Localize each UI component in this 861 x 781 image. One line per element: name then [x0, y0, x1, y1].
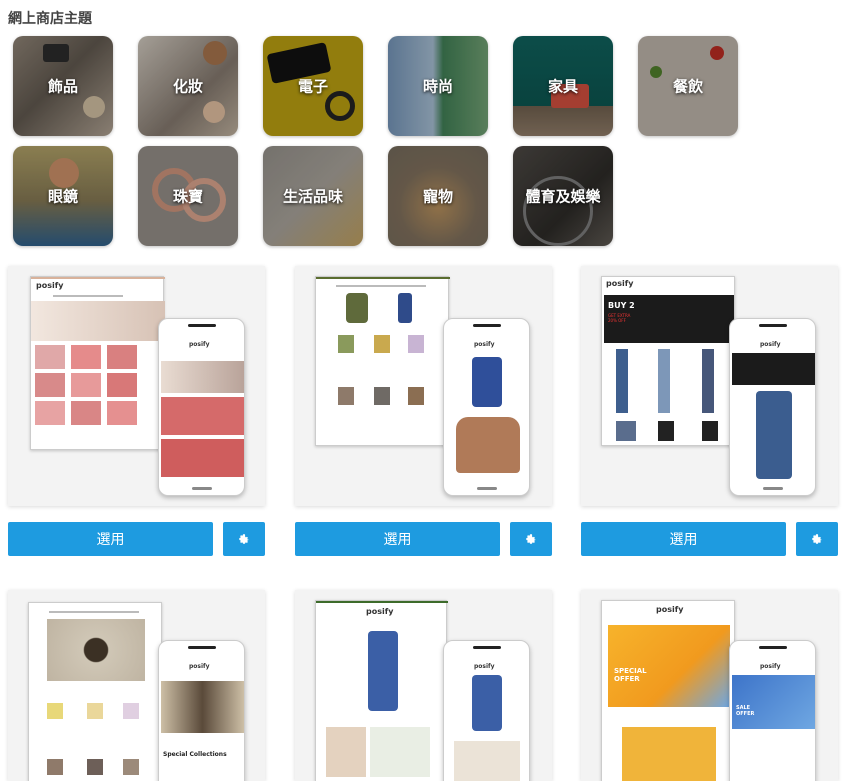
- mockup-logo: posify: [656, 605, 684, 614]
- category-label: 餐飲: [672, 77, 703, 96]
- category-tile-jewelry[interactable]: 珠寶: [138, 146, 238, 246]
- category-tile-electronics[interactable]: 電子: [263, 36, 363, 136]
- category-label: 化妝: [172, 77, 203, 96]
- category-tile-furniture[interactable]: 家具: [513, 36, 613, 136]
- category-tile-sports[interactable]: 體育及娛樂: [513, 146, 613, 246]
- mockup-phone-logo: posify: [189, 663, 210, 670]
- category-label: 飾品: [47, 77, 78, 96]
- mockup-phone-logo: posify: [474, 341, 495, 348]
- category-label: 體育及娛樂: [525, 187, 601, 206]
- theme-preview-3[interactable]: posify BUY 2 GET EXTRA 20% OFF posify: [581, 266, 838, 506]
- theme-settings-button[interactable]: [223, 522, 265, 556]
- theme-preview-5[interactable]: posify posify: [295, 590, 552, 781]
- mockup-phone-logo: posify: [760, 341, 781, 348]
- page-title: 網上商店主題: [8, 10, 92, 26]
- mockup-promo-headline: BUY 2: [608, 301, 635, 310]
- category-tile-accessories[interactable]: 飾品: [13, 36, 113, 136]
- mockup-promo-sub: SALE OFFER: [736, 705, 755, 717]
- mockup-phone-logo: posify: [474, 663, 495, 670]
- gear-icon: [812, 534, 822, 544]
- theme-settings-button[interactable]: [510, 522, 552, 556]
- mockup-logo: posify: [606, 279, 634, 288]
- category-label: 時尚: [422, 77, 453, 96]
- mockup-promo-headline: SPECIAL OFFER: [614, 667, 647, 683]
- theme-preview-1[interactable]: posify posify: [8, 266, 265, 506]
- category-tile-makeup[interactable]: 化妝: [138, 36, 238, 136]
- category-label: 生活品味: [282, 187, 343, 206]
- category-tile-fashion[interactable]: 時尚: [388, 36, 488, 136]
- gear-icon: [239, 534, 249, 544]
- category-label: 珠寶: [172, 187, 203, 206]
- theme-preview-4[interactable]: posify Special Collections: [8, 590, 265, 781]
- category-tile-lifestyle[interactable]: 生活品味: [263, 146, 363, 246]
- apply-theme-button[interactable]: 選用: [295, 522, 500, 556]
- category-label: 電子: [297, 77, 328, 96]
- mockup-logo: posify: [36, 281, 64, 290]
- mockup-section-heading: Special Collections: [163, 751, 227, 758]
- gear-icon: [526, 534, 536, 544]
- mockup-phone-logo: posify: [189, 341, 210, 348]
- category-label: 寵物: [422, 187, 453, 206]
- mockup-promo-sub: GET EXTRA 20% OFF: [608, 313, 631, 323]
- apply-theme-button[interactable]: 選用: [8, 522, 213, 556]
- category-label: 家具: [547, 77, 578, 96]
- mockup-phone-logo: posify: [760, 663, 781, 670]
- theme-preview-2[interactable]: posify: [295, 266, 552, 506]
- mockup-logo: posify: [366, 607, 394, 616]
- category-tile-pets[interactable]: 寵物: [388, 146, 488, 246]
- category-label: 眼鏡: [47, 187, 78, 206]
- category-tile-eyewear[interactable]: 眼鏡: [13, 146, 113, 246]
- theme-settings-button[interactable]: [796, 522, 838, 556]
- theme-preview-6[interactable]: posify SPECIAL OFFER posify SALE OFFER: [581, 590, 838, 781]
- apply-theme-button[interactable]: 選用: [581, 522, 786, 556]
- category-tile-food[interactable]: 餐飲: [638, 36, 738, 136]
